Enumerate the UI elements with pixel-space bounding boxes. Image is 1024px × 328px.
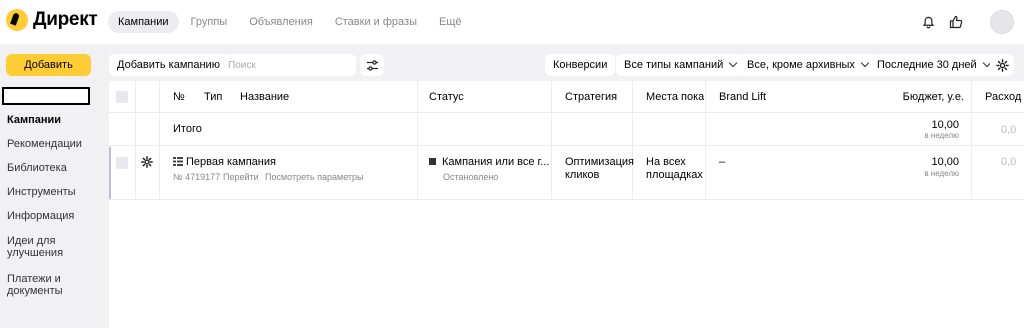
campaign-types-label: Все типы кампаний [624,59,724,71]
avatar[interactable] [990,10,1014,34]
chevron-down-icon [729,58,738,68]
tab-campaigns[interactable]: Кампании [108,11,179,33]
campaign-spend: 0,0 [1001,156,1017,168]
column-divider [971,81,972,200]
sliders-icon [366,59,378,71]
top-header: Директ Кампании Группы Объявления Ставки… [0,0,1024,44]
add-button[interactable]: Добавить [6,54,91,76]
sidebar-item-library[interactable]: Библиотека [7,162,67,174]
thumbs-up-icon[interactable] [944,10,968,34]
archive-filter-dropdown[interactable]: Все, кроме архивных [739,54,876,76]
total-budget-period: в неделю [924,131,959,140]
sidebar-item-information[interactable]: Информация [7,210,74,222]
column-divider [705,81,706,200]
column-divider [159,81,160,200]
yandex-logo-icon [6,9,28,31]
account-select-field[interactable] [2,87,90,105]
campaign-status: Кампания или все г... [429,156,549,168]
sidebar-item-payments[interactable]: Платежи и документы [7,273,67,297]
column-header-strategy[interactable]: Стратегия [565,91,617,103]
column-header-brand-lift[interactable]: Brand Lift [719,91,766,103]
tab-groups[interactable]: Группы [181,11,238,33]
column-header-status[interactable]: Статус [429,91,464,103]
period-label: Последние 30 дней [877,59,977,71]
campaign-view-params-link[interactable]: Посмотреть параметры [265,172,364,182]
tab-more[interactable]: Ещё [429,11,472,33]
sidebar-item-tools[interactable]: Инструменты [7,186,76,198]
add-campaign-button[interactable]: Добавить кампанию [109,54,228,76]
logo-text: Директ [33,9,98,30]
campaign-name-link[interactable]: Первая кампания [186,156,276,168]
tab-bids[interactable]: Ставки и фразы [325,11,427,33]
search-input[interactable] [221,54,356,76]
filter-settings-button[interactable] [360,54,384,76]
period-dropdown[interactable]: Последние 30 дней [869,54,998,76]
column-header-budget[interactable]: Бюджет, у.е. [879,91,964,103]
header-icons [912,10,1014,34]
row-checkbox[interactable] [116,157,128,169]
column-divider [417,81,418,200]
archive-filter-label: Все, кроме архивных [747,59,855,71]
column-divider [551,81,552,200]
column-divider [632,81,633,200]
column-header-name[interactable]: Название [240,91,289,103]
tab-ads[interactable]: Объявления [239,11,323,33]
campaign-placements: На всех площадках [646,156,703,181]
table-settings-button[interactable] [990,54,1014,76]
total-spend: 0,0 [1001,124,1017,136]
campaign-status-text: Кампания или все г... [442,156,550,168]
campaign-id: № 4719177 [173,172,221,182]
total-budget: 10,00 [931,119,959,131]
conversions-button[interactable]: Конверсии [545,54,616,76]
column-header-type[interactable]: Тип [204,91,222,103]
sidebar-item-recommendations[interactable]: Рекомендации [7,138,82,150]
status-stopped-icon [429,158,436,165]
column-header-placements[interactable]: Места показа [646,91,704,103]
sidebar-item-ideas[interactable]: Идеи для улучшения [7,235,67,259]
column-header-spend[interactable]: Расход [985,91,1021,103]
sidebar-item-campaigns[interactable]: Кампании [7,114,61,126]
gear-icon [995,58,1009,72]
total-label: Итого [173,123,202,135]
campaign-type-icon [173,157,183,169]
select-all-checkbox[interactable] [116,91,128,103]
campaign-brand-lift: – [719,156,726,168]
campaign-strategy: Оптимизация кликов [565,156,634,181]
campaign-go-link[interactable]: Перейти [223,172,259,182]
chevron-down-icon [860,58,870,68]
main-nav: Кампании Группы Объявления Ставки и фраз… [108,11,474,33]
logo[interactable]: Директ [6,9,98,31]
campaign-types-dropdown[interactable]: Все типы кампаний [616,54,745,76]
campaign-budget: 10,00 [931,156,959,168]
campaign-status-sub: Остановлено [443,172,499,182]
campaign-budget-period: в неделю [924,169,959,178]
campaigns-table: № Тип Название Статус Стратегия Места по… [109,81,1024,328]
column-divider [135,81,136,200]
row-selection-indicator [109,147,111,199]
column-header-number[interactable]: № [173,91,185,103]
bell-icon[interactable] [916,10,940,34]
row-settings-gear-icon[interactable] [141,156,153,171]
